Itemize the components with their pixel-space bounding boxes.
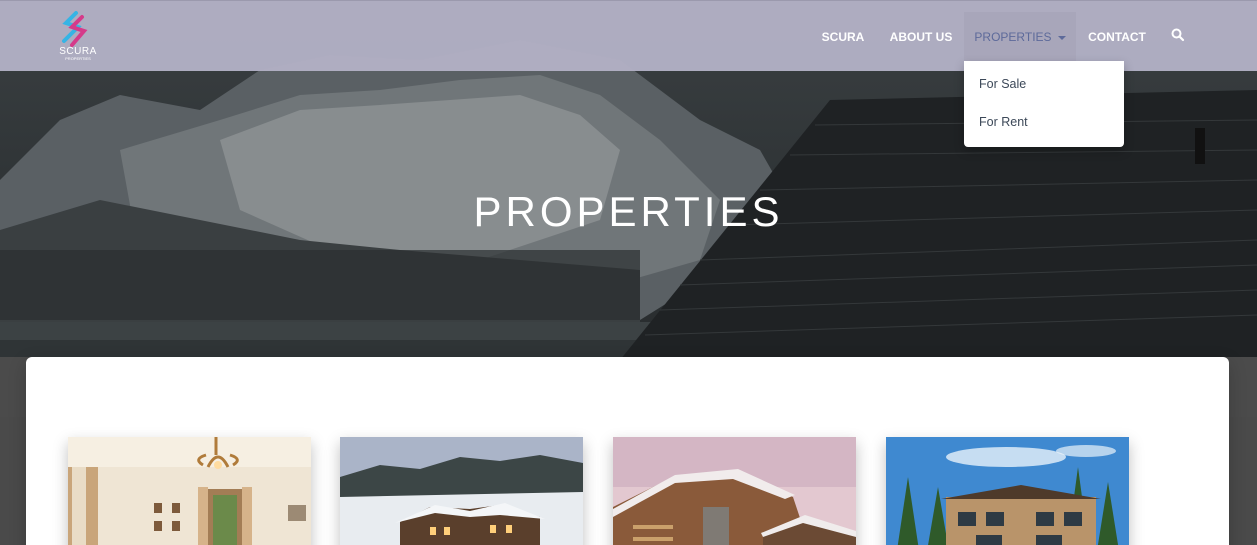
page-title: PROPERTIES xyxy=(473,188,784,235)
nav-item-contact[interactable]: CONTACT xyxy=(1080,12,1154,62)
property-thumbnail-4[interactable] xyxy=(886,437,1129,545)
nav-item-about-us[interactable]: ABOUT US xyxy=(882,12,960,62)
search-icon xyxy=(1171,28,1185,42)
nav-item-label: CONTACT xyxy=(1088,30,1146,44)
logo-mark-icon xyxy=(62,11,88,47)
nav-item-label: SCURA xyxy=(821,30,865,44)
property-thumbnail-3[interactable] xyxy=(613,437,856,545)
search-button[interactable] xyxy=(1170,27,1186,43)
nav-item-label: ABOUT US xyxy=(889,30,953,44)
logo-subtext: PROPERTIES xyxy=(65,56,91,61)
property-image-interior xyxy=(68,437,311,545)
caret-down-icon xyxy=(1057,36,1066,40)
nav-item-scura[interactable]: SCURA xyxy=(814,12,872,62)
dropdown-item-for-sale[interactable]: For Sale xyxy=(979,77,1026,91)
brand-logo[interactable]: SCURA PROPERTIES xyxy=(56,11,100,63)
property-image-timber-chalet xyxy=(613,437,856,545)
property-image-modern-home xyxy=(886,437,1129,545)
nav-item-label: PROPERTIES xyxy=(974,30,1052,44)
property-thumbnail-1[interactable] xyxy=(68,437,311,545)
property-image-snow-lodge xyxy=(340,437,583,545)
dropdown-item-for-rent[interactable]: For Rent xyxy=(979,115,1028,129)
property-thumbnail-2[interactable] xyxy=(340,437,583,545)
nav-item-properties[interactable]: PROPERTIES xyxy=(964,12,1076,62)
properties-dropdown-menu: For Sale For Rent xyxy=(964,61,1124,147)
